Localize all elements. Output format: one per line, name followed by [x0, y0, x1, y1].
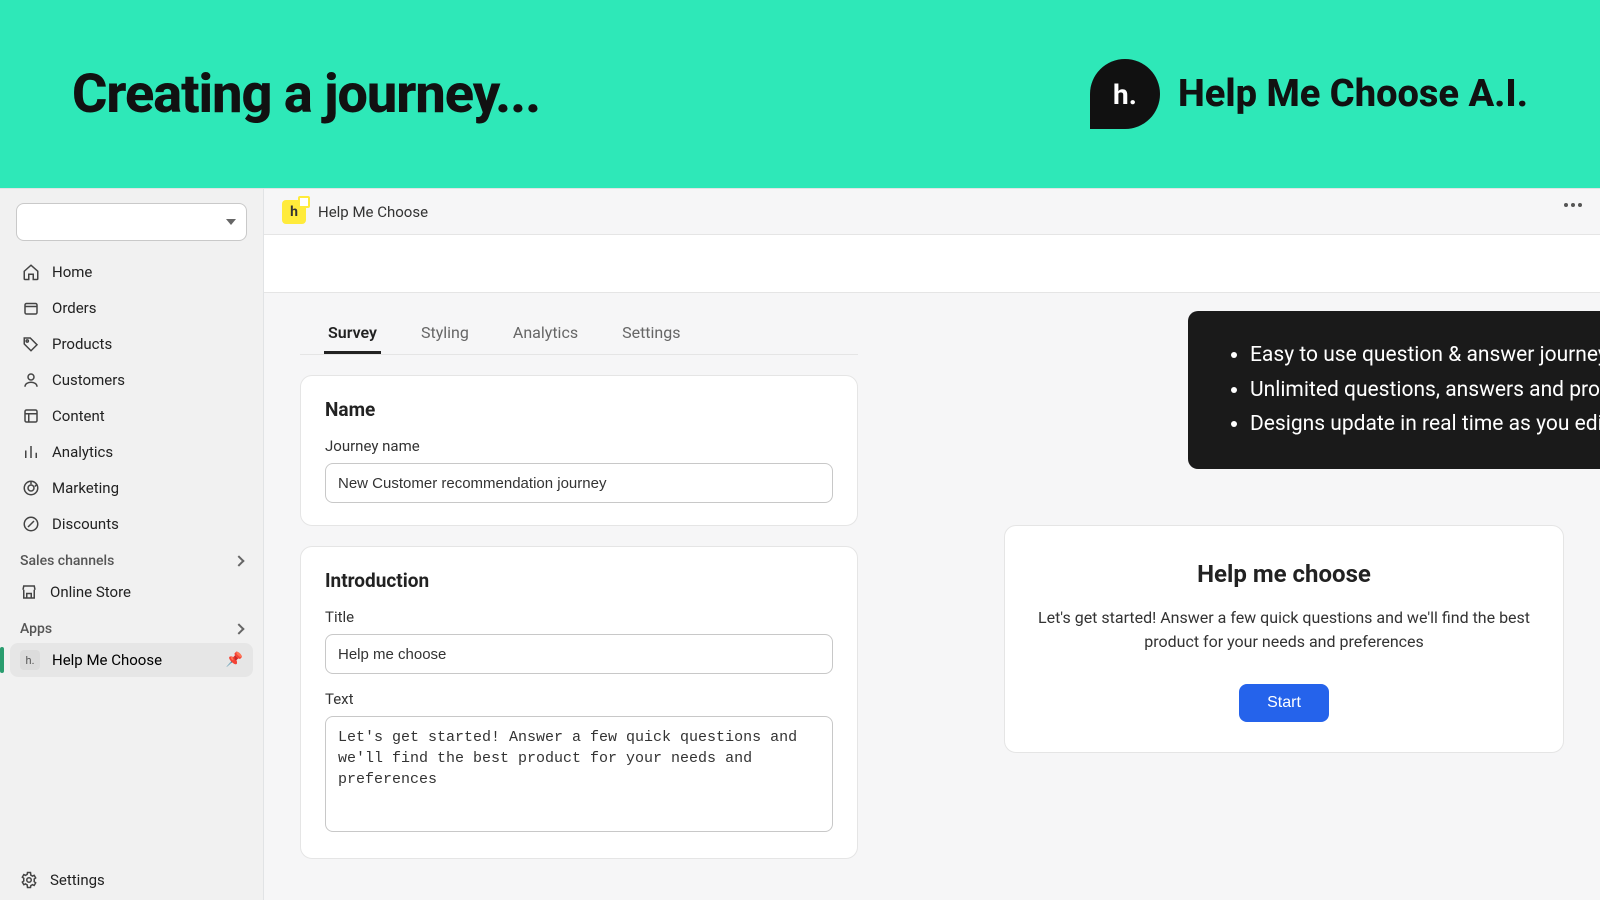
app-item-label: Help Me Choose [52, 651, 162, 669]
nav-label: Content [52, 407, 105, 425]
primary-nav: Home Orders Products Customers Content A… [10, 255, 253, 541]
content-icon [22, 407, 40, 425]
app-header: h Help Me Choose [264, 189, 1600, 235]
nav-discounts[interactable]: Discounts [12, 507, 251, 541]
gear-icon [20, 871, 38, 889]
intro-text-input[interactable] [325, 716, 833, 832]
intro-title-input[interactable] [325, 634, 833, 674]
preview-card: Help me choose Let's get started! Answer… [1004, 525, 1564, 753]
brand-name: Help Me Choose A.I. [1178, 72, 1528, 116]
sub-toolbar [264, 235, 1600, 293]
preview-text: Let's get started! Answer a few quick qu… [1035, 606, 1533, 654]
app-name-label: Help Me Choose [318, 203, 428, 221]
sidebar-app-help-me-choose[interactable]: h. Help Me Choose 📌 [10, 643, 253, 677]
nav-label: Home [52, 263, 92, 281]
banner-brand-block: h. Help Me Choose A.I. [1090, 59, 1528, 129]
promo-banner: Creating a journey... h. Help Me Choose … [0, 0, 1600, 188]
nav-customers[interactable]: Customers [12, 363, 251, 397]
sidebar: Home Orders Products Customers Content A… [0, 189, 264, 900]
home-icon [22, 263, 40, 281]
products-icon [22, 335, 40, 353]
tab-analytics[interactable]: Analytics [509, 311, 582, 354]
journey-name-label: Journey name [325, 437, 833, 455]
tab-styling[interactable]: Styling [417, 311, 473, 354]
section-apps[interactable]: Apps [10, 609, 253, 643]
intro-title-label: Title [325, 608, 833, 626]
nav-label: Online Store [50, 583, 131, 601]
nav-label: Analytics [52, 443, 113, 461]
main-area: h Help Me Choose Survey Styling Analytic… [264, 189, 1600, 900]
section-label: Sales channels [20, 553, 114, 569]
analytics-icon [22, 443, 40, 461]
nav-marketing[interactable]: Marketing [12, 471, 251, 505]
tab-settings[interactable]: Settings [618, 311, 684, 354]
editor-column: Survey Styling Analytics Settings Name J… [300, 311, 858, 879]
editor-tabs: Survey Styling Analytics Settings [300, 311, 858, 355]
nav-content[interactable]: Content [12, 399, 251, 433]
brand-logo-icon: h. [1090, 59, 1160, 129]
intro-text-label: Text [325, 690, 833, 708]
nav-online-store[interactable]: Online Store [10, 575, 253, 609]
app-badge-icon: h [282, 200, 306, 224]
tooltip-bullet: Designs update in real time as you edit [1250, 408, 1600, 441]
nav-label: Discounts [52, 515, 119, 533]
name-card: Name Journey name [300, 375, 858, 526]
section-sales-channels[interactable]: Sales channels [10, 541, 253, 575]
nav-products[interactable]: Products [12, 327, 251, 361]
name-card-title: Name [325, 398, 833, 421]
more-actions-button[interactable] [1564, 203, 1582, 207]
nav-analytics[interactable]: Analytics [12, 435, 251, 469]
content-area: Survey Styling Analytics Settings Name J… [264, 293, 1600, 879]
app-thumb-icon: h. [20, 650, 40, 670]
journey-name-input[interactable] [325, 463, 833, 503]
app-shell: Home Orders Products Customers Content A… [0, 188, 1600, 900]
preview-title: Help me choose [1035, 560, 1533, 588]
brand-logo-text: h. [1113, 78, 1137, 111]
store-selector[interactable] [16, 203, 247, 241]
nav-label: Marketing [52, 479, 119, 497]
pin-icon[interactable]: 📌 [226, 652, 243, 668]
chevron-right-icon [233, 555, 244, 566]
nav-label: Products [52, 335, 112, 353]
settings-label: Settings [50, 871, 105, 889]
store-icon [20, 583, 38, 601]
nav-orders[interactable]: Orders [12, 291, 251, 325]
nav-home[interactable]: Home [12, 255, 251, 289]
tooltip-bullet: Unlimited questions, answers and product… [1250, 374, 1600, 407]
section-label: Apps [20, 621, 52, 637]
introduction-card: Introduction Title Text [300, 546, 858, 859]
nav-label: Orders [52, 299, 97, 317]
nav-settings[interactable]: Settings [10, 860, 253, 900]
intro-card-title: Introduction [325, 569, 833, 592]
customers-icon [22, 371, 40, 389]
nav-label: Customers [52, 371, 125, 389]
start-button[interactable]: Start [1239, 684, 1329, 722]
marketing-icon [22, 479, 40, 497]
banner-title: Creating a journey... [72, 63, 540, 126]
tooltip-bullet: Easy to use question & answer journey ed… [1250, 339, 1600, 372]
discounts-icon [22, 515, 40, 533]
feature-callout-tooltip: Easy to use question & answer journey ed… [1188, 311, 1600, 469]
chevron-right-icon [233, 623, 244, 634]
tab-survey[interactable]: Survey [324, 311, 381, 354]
caret-down-icon [226, 219, 236, 225]
orders-icon [22, 299, 40, 317]
